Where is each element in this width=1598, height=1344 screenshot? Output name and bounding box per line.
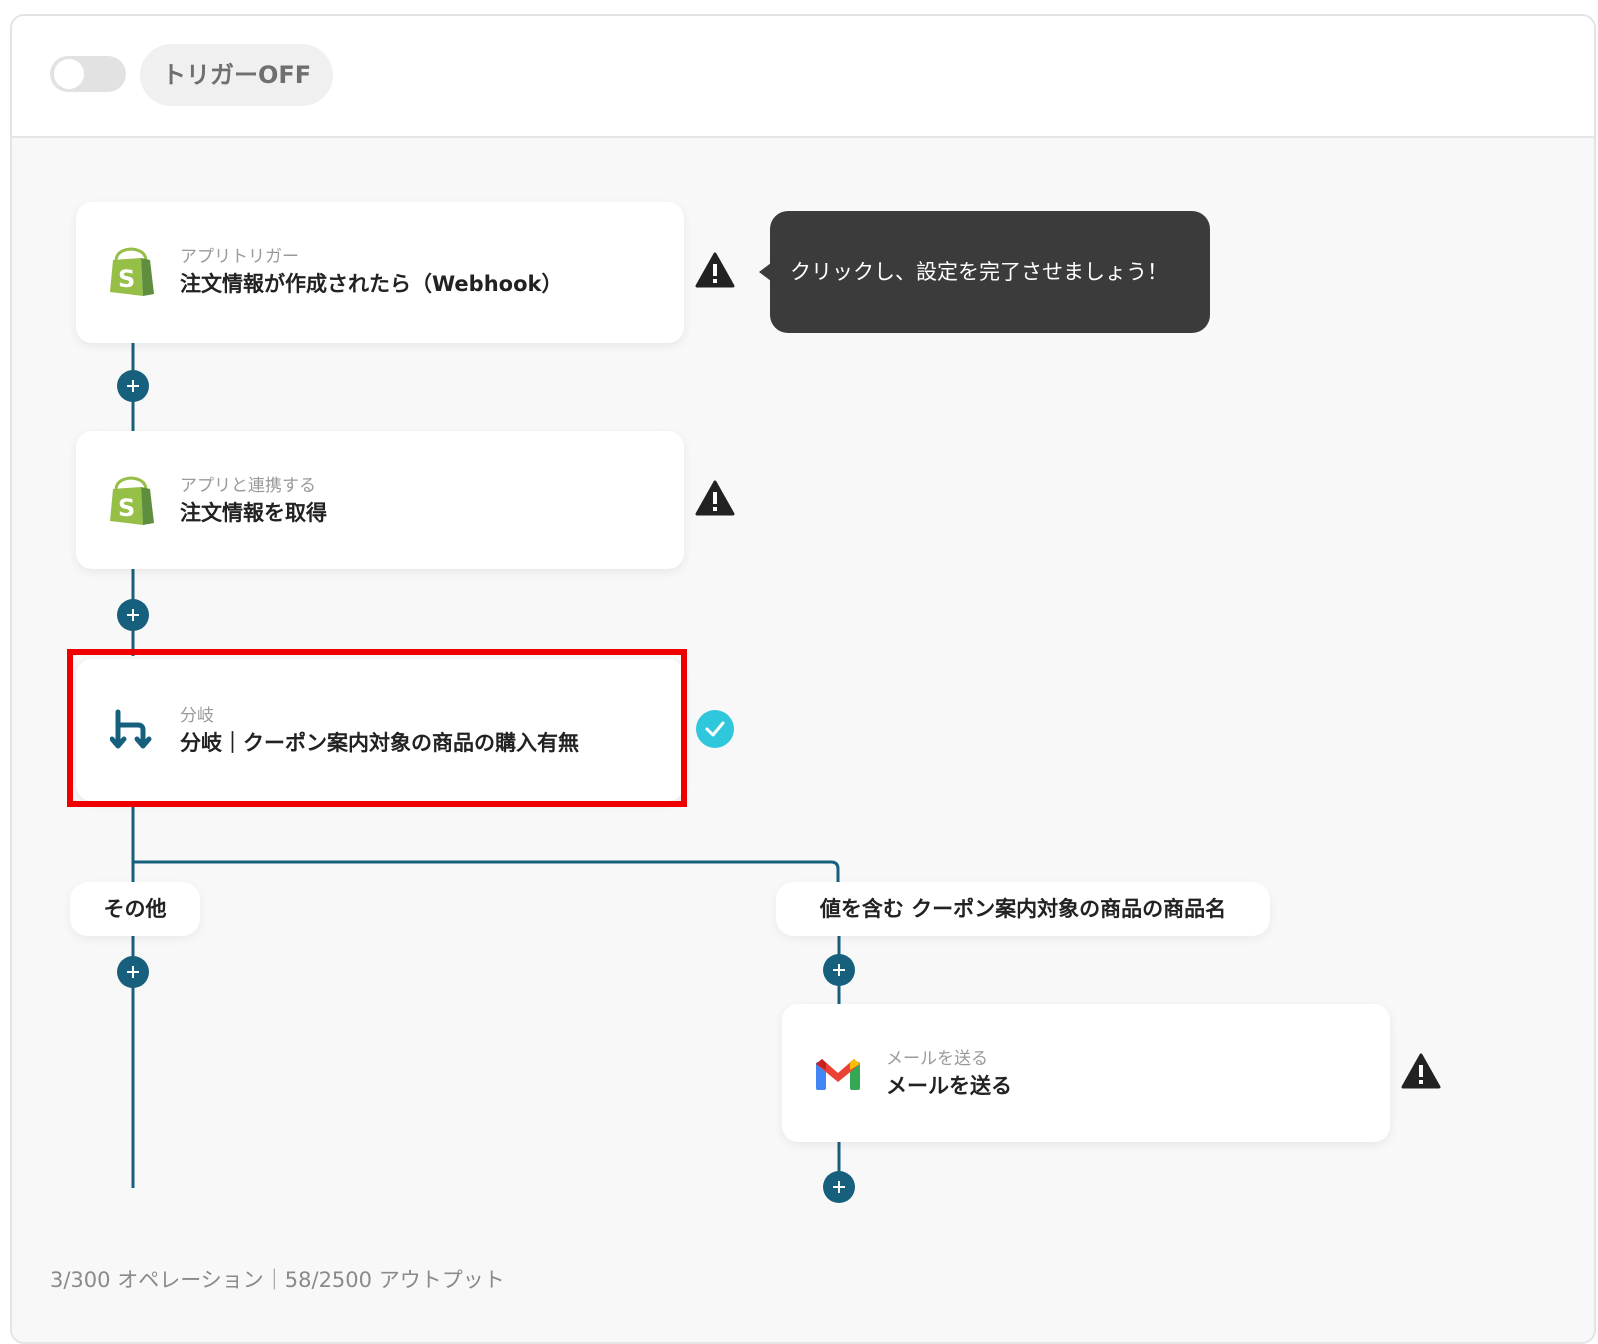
shopify-icon: S <box>108 475 154 531</box>
step-title: 注文情報が作成されたら（Webhook） <box>180 272 563 296</box>
step-subtitle: アプリと連携する <box>180 476 316 496</box>
step-card-app-trigger[interactable]: S アプリトリガー 注文情報が作成されたら（Webhook） <box>76 202 684 343</box>
step-subtitle: アプリトリガー <box>180 247 299 267</box>
add-step-button[interactable] <box>117 370 149 402</box>
gmail-icon <box>814 1056 862 1096</box>
flow-editor-frame: トリガーOFF S アプリトリガー 注文情報が作成されたら（Webhook） ク… <box>10 14 1596 1344</box>
setup-hint-tooltip: クリックし、設定を完了させましょう！ <box>770 211 1210 333</box>
branch-label-contains[interactable]: 値を含む クーポン案内対象の商品の商品名 <box>776 882 1270 936</box>
highlight-box <box>67 649 687 807</box>
add-step-button[interactable] <box>823 1171 855 1203</box>
usage-stats: 3/300 オペレーション｜58/2500 アウトプット <box>50 1268 505 1292</box>
check-icon <box>696 710 734 748</box>
step-title: メールを送る <box>886 1074 1012 1098</box>
step-subtitle: メールを送る <box>886 1049 988 1069</box>
add-step-button[interactable] <box>823 954 855 986</box>
add-step-button[interactable] <box>117 599 149 631</box>
branch-label-other[interactable]: その他 <box>70 882 200 936</box>
step-title: 注文情報を取得 <box>180 501 327 525</box>
svg-text:S: S <box>118 494 135 522</box>
branch-split-line <box>133 860 840 884</box>
warning-icon <box>1401 1053 1441 1089</box>
shopify-icon: S <box>108 246 154 302</box>
svg-text:S: S <box>118 265 135 293</box>
warning-icon <box>695 252 735 288</box>
warning-icon <box>695 480 735 516</box>
add-step-button[interactable] <box>117 956 149 988</box>
step-card-send-mail[interactable]: メールを送る メールを送る <box>782 1004 1390 1142</box>
step-card-app-action[interactable]: S アプリと連携する 注文情報を取得 <box>76 431 684 569</box>
